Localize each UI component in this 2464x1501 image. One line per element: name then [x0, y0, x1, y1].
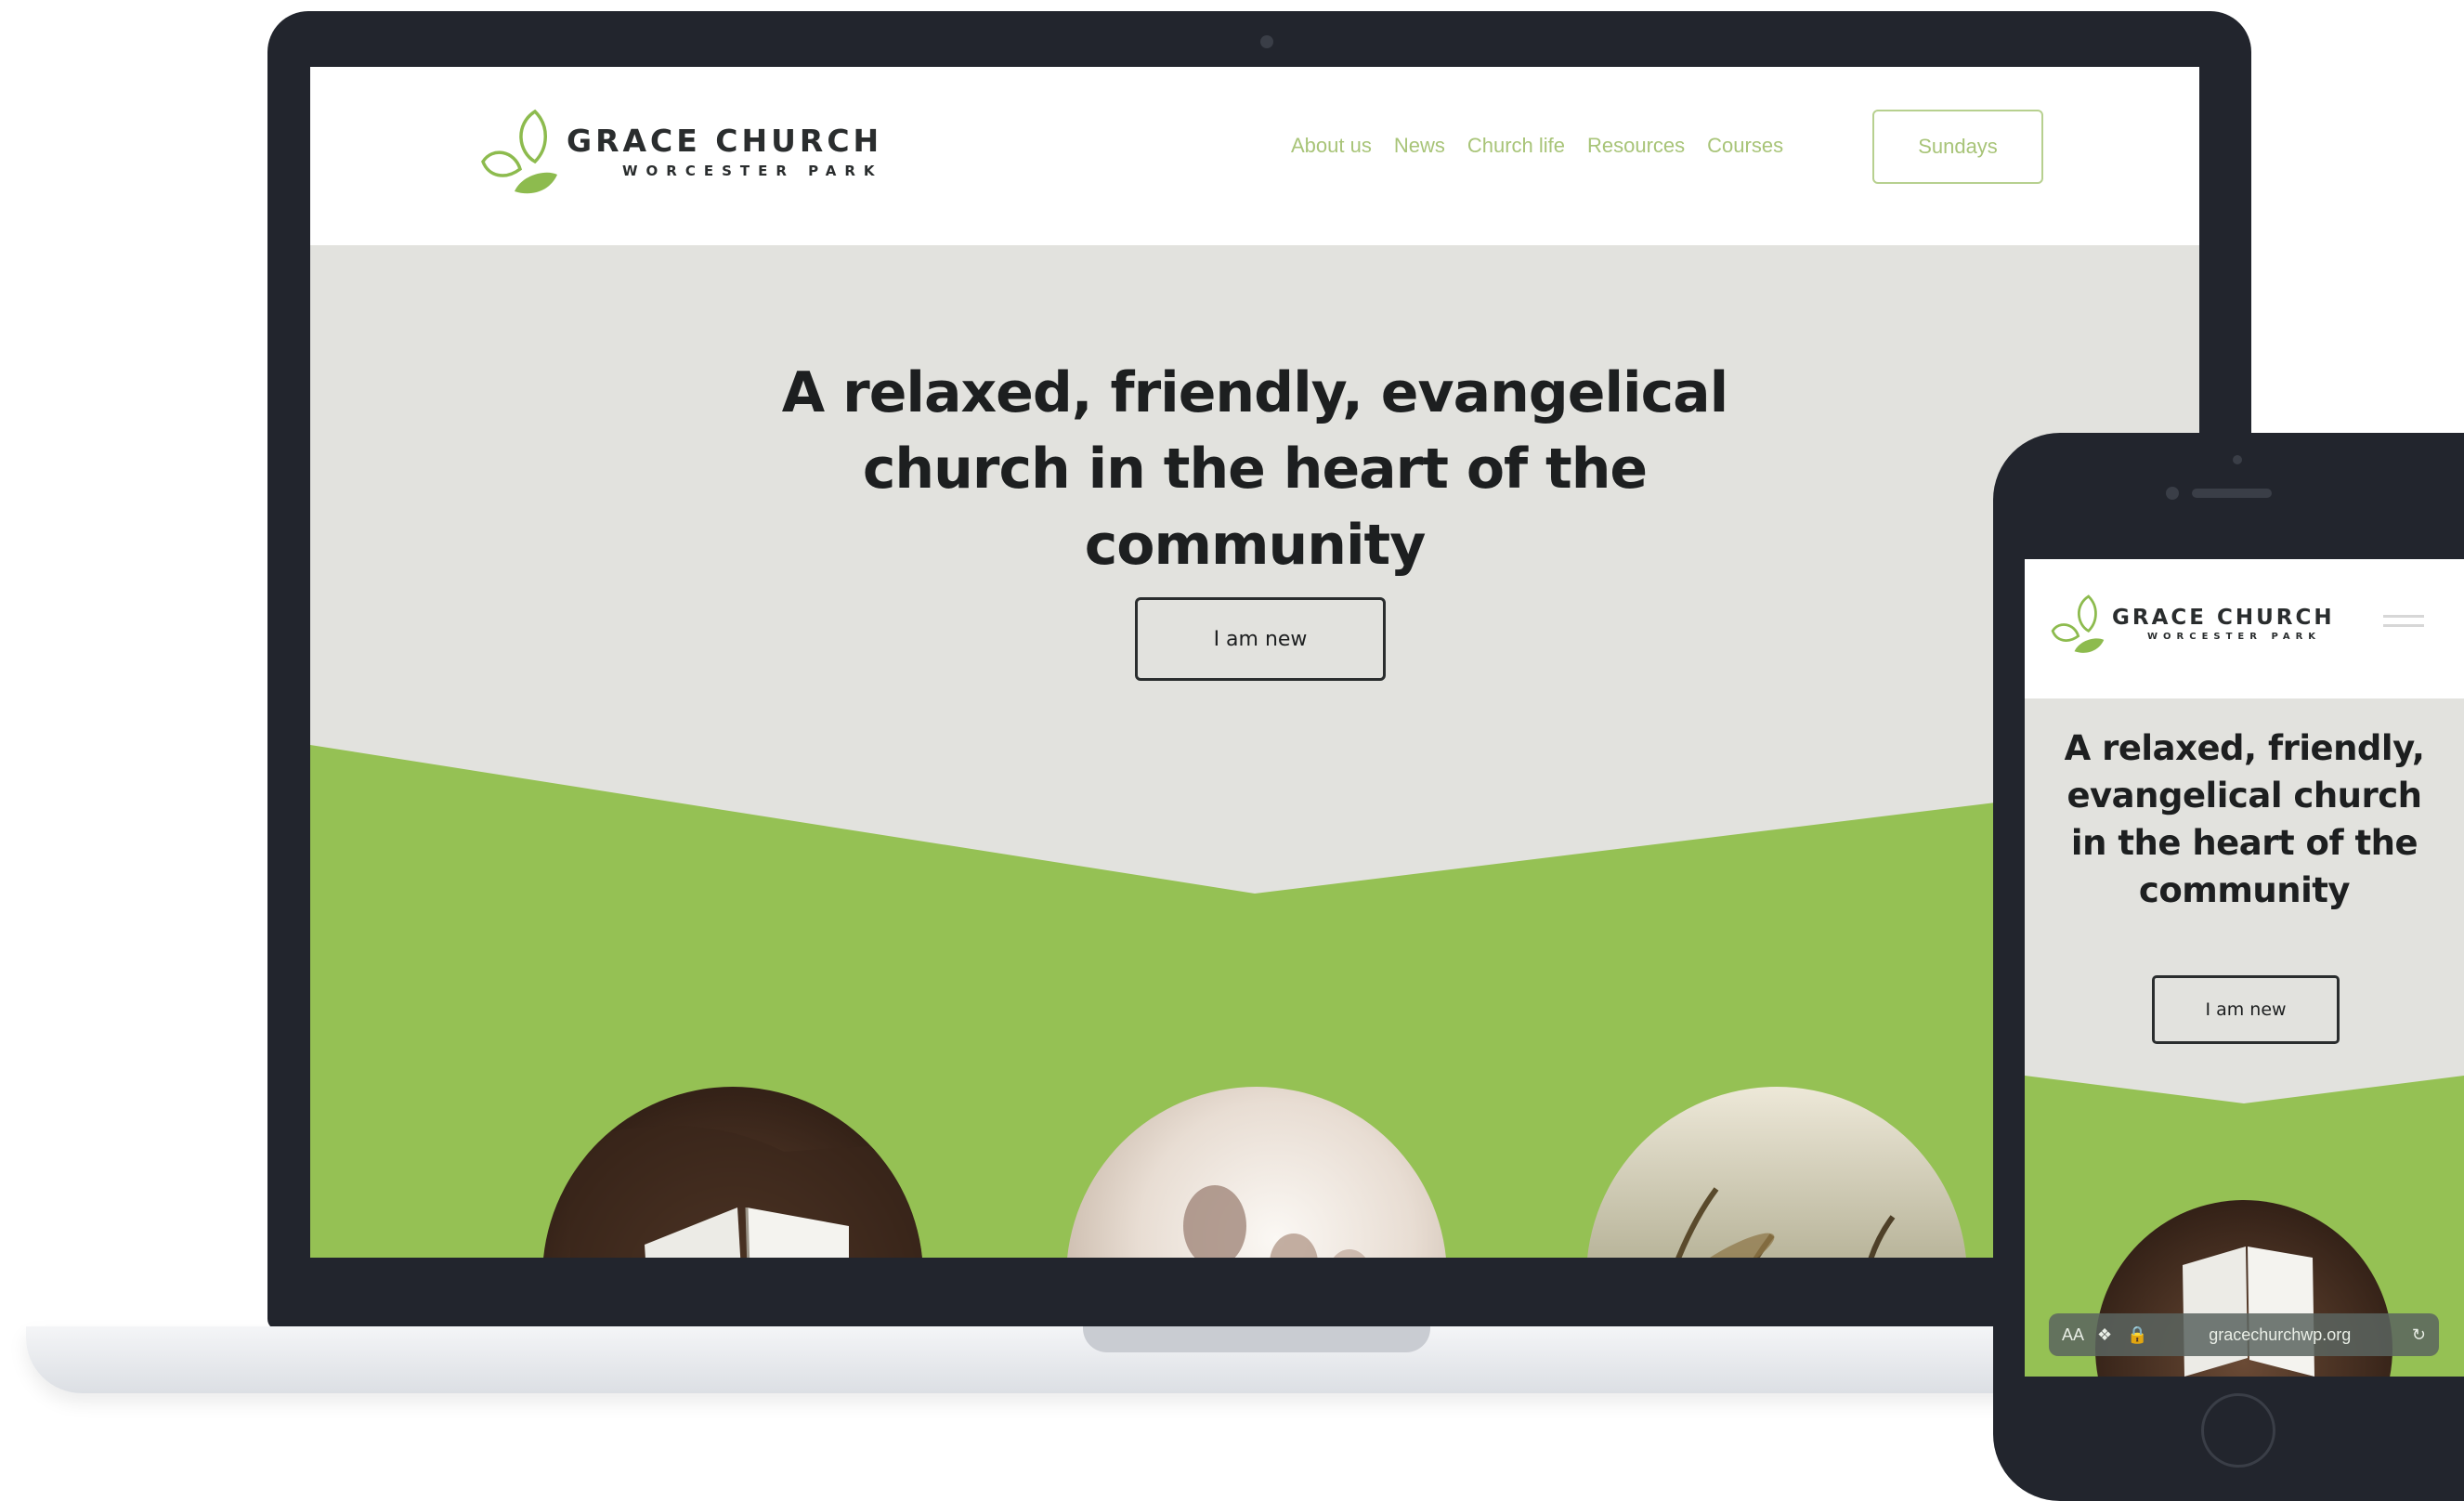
mobile-header: GRACE CHURCH WORCESTER PARK: [2025, 559, 2464, 698]
hero-title-line: community: [1084, 513, 1427, 578]
browser-url-bar[interactable]: AA ❖ 🔒 gracechurchwp.org ↻: [2049, 1313, 2439, 1356]
mobile-hero-title-line: in the heart of the: [2070, 823, 2418, 863]
hamburger-menu-icon[interactable]: [2383, 615, 2424, 635]
laptop-notch: [1083, 1326, 1430, 1352]
i-am-new-button[interactable]: I am new: [1135, 597, 1386, 681]
mobile-logo-subtitle: WORCESTER PARK: [2147, 631, 2322, 642]
site-header: GRACE CHURCH WORCESTER PARK About us New…: [310, 67, 2199, 245]
logo-title: GRACE CHURCH: [567, 122, 883, 159]
phone-screen: GRACE CHURCH WORCESTER PARK A relaxed, f…: [2025, 559, 2464, 1377]
mobile-i-am-new-button[interactable]: I am new: [2152, 975, 2340, 1044]
mobile-logo-title: GRACE CHURCH: [2112, 605, 2335, 630]
main-nav: About us News Church life Resources Cour…: [1291, 134, 1783, 158]
phone-sensor: [2233, 455, 2242, 464]
lock-icon: 🔒: [2127, 1325, 2148, 1344]
nav-item-news[interactable]: News: [1394, 134, 1445, 158]
puzzle-icon[interactable]: ❖: [2097, 1325, 2112, 1345]
leaf-logo-icon: [2051, 594, 2105, 653]
hero-title: A relaxed, friendly, evangelical church …: [697, 355, 1812, 583]
mobile-hero-title: A relaxed, friendly, evangelical church …: [2025, 724, 2464, 914]
url-text[interactable]: gracechurchwp.org: [2148, 1325, 2412, 1345]
leaf-logo-icon: [481, 109, 557, 194]
hero-title-line: church in the heart of the: [862, 437, 1648, 502]
reload-icon[interactable]: ↻: [2412, 1325, 2426, 1345]
text-size-button[interactable]: AA: [2062, 1325, 2084, 1345]
nav-item-about[interactable]: About us: [1291, 134, 1372, 158]
logo-subtitle: WORCESTER PARK: [622, 162, 883, 179]
phone-speaker: [2192, 489, 2272, 498]
nav-item-courses[interactable]: Courses: [1707, 134, 1783, 158]
mobile-site-logo[interactable]: GRACE CHURCH WORCESTER PARK: [2049, 591, 2335, 656]
sundays-button[interactable]: Sundays: [1872, 110, 2043, 184]
phone-camera: [2166, 487, 2179, 500]
mobile-hero-title-line: community: [2138, 870, 2351, 910]
phone-home-button[interactable]: [2201, 1393, 2275, 1468]
mobile-hero-title-line: A relaxed, friendly,: [2064, 728, 2425, 768]
site-logo[interactable]: GRACE CHURCH WORCESTER PARK: [477, 104, 883, 197]
laptop-screen: GRACE CHURCH WORCESTER PARK About us New…: [310, 67, 2199, 1258]
nav-item-church-life[interactable]: Church life: [1467, 134, 1565, 158]
nav-item-resources[interactable]: Resources: [1587, 134, 1685, 158]
hero-title-line: A relaxed, friendly, evangelical: [781, 360, 1728, 425]
mobile-hero-title-line: evangelical church: [2066, 776, 2422, 816]
laptop-camera: [1260, 35, 1273, 48]
